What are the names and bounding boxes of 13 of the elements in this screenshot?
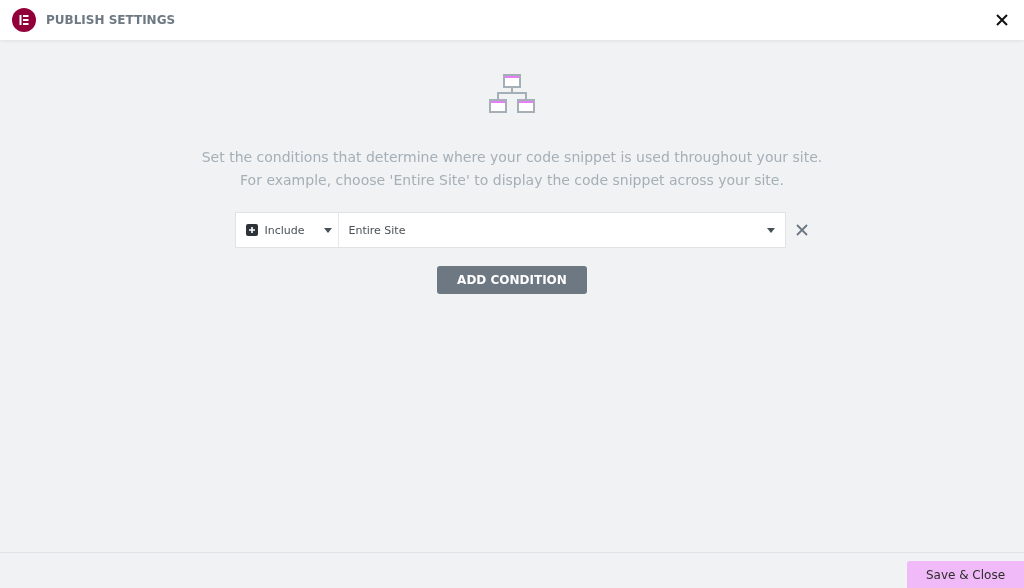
- dialog-title: PUBLISH SETTINGS: [46, 13, 177, 27]
- close-icon[interactable]: [996, 14, 1008, 26]
- save-close-button[interactable]: Save & Close: [907, 561, 1024, 588]
- plus-icon: [245, 224, 258, 236]
- value-dropdown[interactable]: Entire Site: [338, 213, 785, 247]
- sitemap-icon: [489, 74, 535, 116]
- caret-icon: [766, 227, 775, 233]
- caret-icon: [323, 227, 332, 233]
- type-dropdown[interactable]: Include: [235, 213, 339, 247]
- logo-icon: [12, 8, 36, 32]
- description-text: For example, choose 'Entire Site' to display the code snippet across your site.: [240, 171, 784, 190]
- add-condition-button[interactable]: ADD CONDITION: [437, 266, 587, 294]
- description-text: Set the conditions that determine where your code snippet is used throughout your site.: [201, 148, 823, 167]
